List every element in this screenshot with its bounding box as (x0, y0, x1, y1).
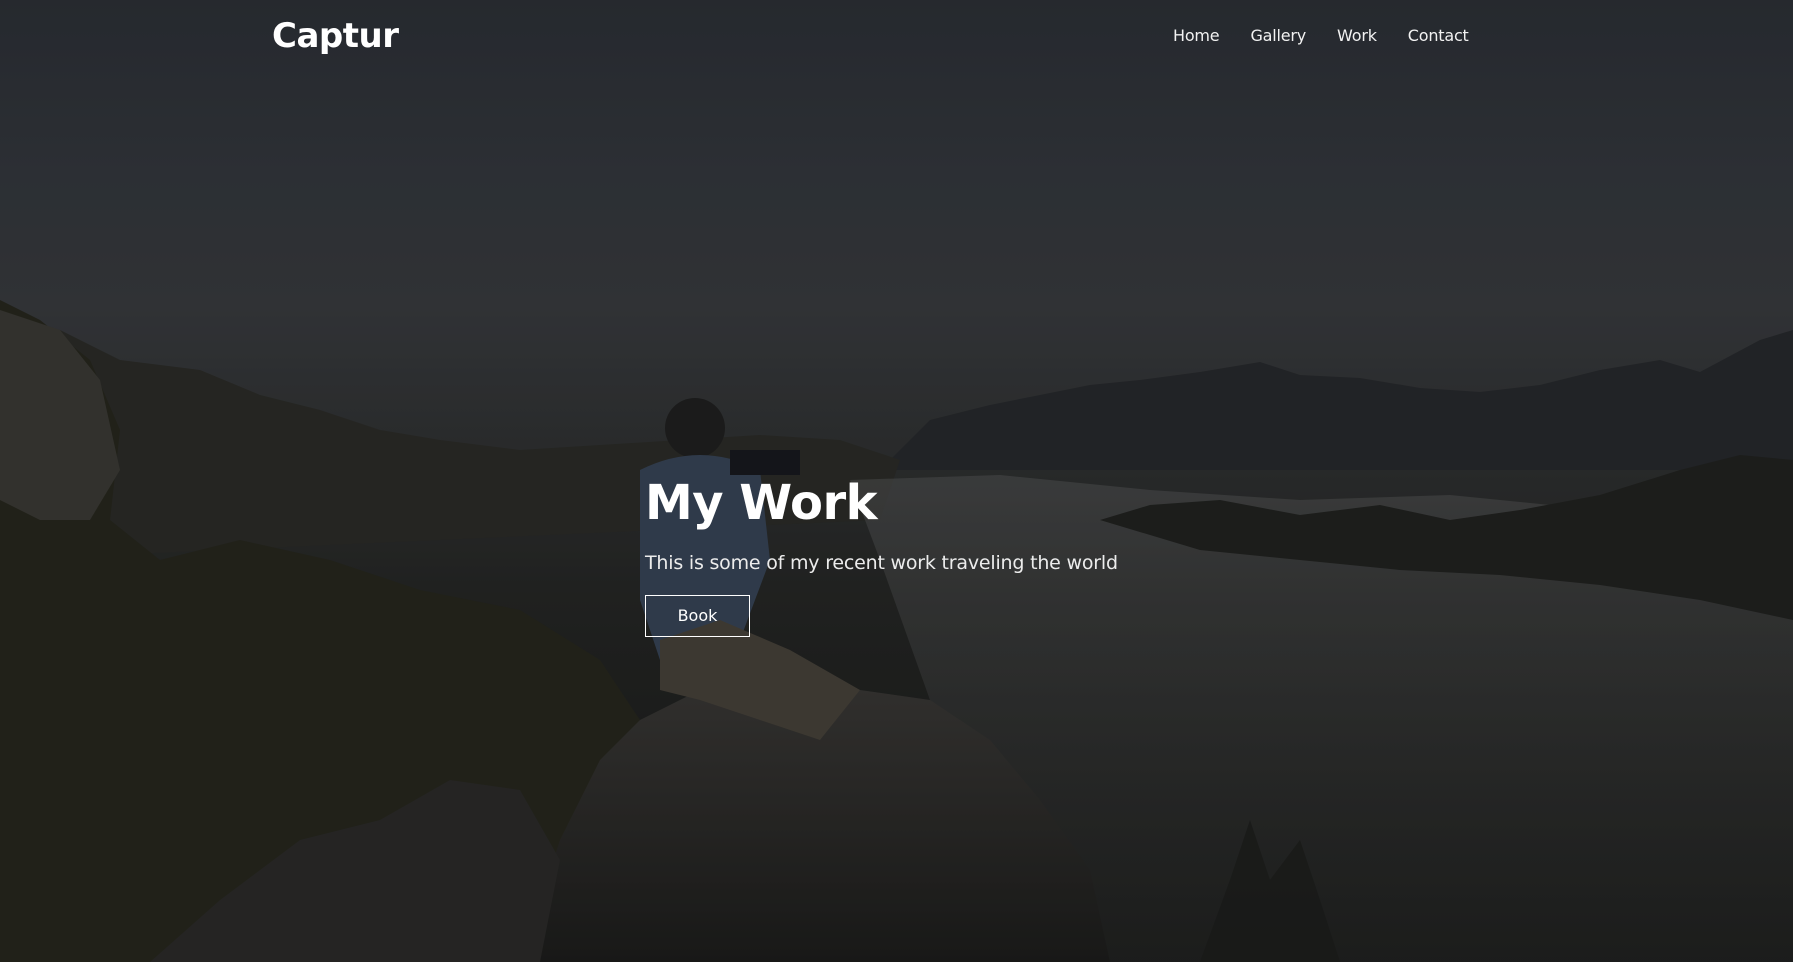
navbar: Captur Home Gallery Work Contact (0, 0, 1793, 80)
nav-item-work[interactable]: Work (1337, 26, 1377, 45)
nav-item-contact[interactable]: Contact (1408, 26, 1469, 45)
nav-item-home[interactable]: Home (1173, 26, 1220, 45)
page-title: My Work (645, 475, 878, 531)
brand-logo[interactable]: Captur (272, 16, 399, 56)
hero-content: My Work This is some of my recent work t… (645, 474, 1118, 637)
nav-item-gallery[interactable]: Gallery (1250, 26, 1306, 45)
hero-section: Captur Home Gallery Work Contact My Work… (0, 0, 1793, 962)
nav-links: Home Gallery Work Contact (1173, 26, 1469, 45)
hero-subtitle: This is some of my recent work traveling… (645, 552, 1118, 574)
book-button[interactable]: Book (645, 595, 750, 637)
